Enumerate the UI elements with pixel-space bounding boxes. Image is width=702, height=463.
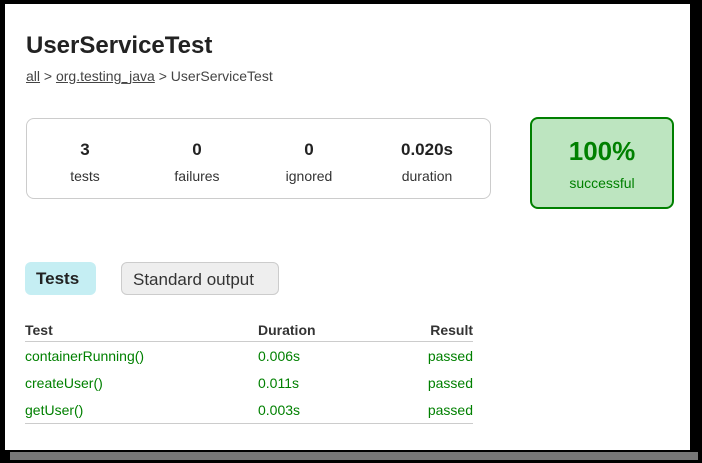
success-percent: 100% (568, 136, 636, 166)
tests-table: Test Duration Result containerRunning() … (25, 320, 473, 424)
table-row: containerRunning() 0.006s passed (25, 342, 473, 370)
table-header-row: Test Duration Result (25, 320, 473, 342)
breadcrumb-all-link[interactable]: all (26, 68, 40, 84)
ignored-count: 0 (304, 140, 314, 159)
tab-standard-output[interactable]: Standard output (121, 262, 279, 295)
test-result: passed (427, 375, 473, 391)
breadcrumb-current: UserServiceTest (170, 68, 273, 84)
tests-count: 3 (80, 140, 90, 159)
duration-label: duration (401, 168, 453, 184)
column-header-test: Test (25, 320, 258, 342)
tests-label: tests (70, 168, 100, 184)
column-header-result: Result (378, 320, 473, 342)
test-result: passed (378, 396, 473, 424)
summary-box: 3 tests 0 failures 0 ignored 0.020s dura… (26, 118, 491, 199)
success-label: successful (569, 175, 635, 191)
page-title: UserServiceTest (26, 32, 213, 59)
tests-counter: 3 tests (30, 140, 140, 184)
window-shadow (10, 452, 698, 460)
test-name: containerRunning() (25, 348, 145, 364)
breadcrumb-separator: > (158, 68, 167, 84)
success-rate-box: 100% successful (530, 117, 674, 209)
test-duration: 0.011s (258, 375, 299, 391)
failures-count: 0 (192, 140, 202, 159)
failures-counter: 0 failures (142, 140, 252, 184)
duration-value: 0.020s (401, 140, 453, 159)
report-page: UserServiceTest all > org.testing_java >… (5, 4, 690, 450)
test-duration: 0.003s (258, 396, 379, 424)
breadcrumb-separator: > (43, 68, 53, 84)
tab-tests[interactable]: Tests (25, 262, 96, 295)
breadcrumb-package-link[interactable]: org.testing_java (56, 68, 155, 84)
column-header-duration: Duration (258, 320, 379, 342)
test-name: getUser() (25, 396, 258, 424)
test-name: createUser() (25, 375, 103, 391)
table-row: getUser() 0.003s passed (25, 396, 473, 424)
ignored-counter: 0 ignored (254, 140, 364, 184)
breadcrumb: all > org.testing_java > UserServiceTest (26, 68, 273, 84)
table-row: createUser() 0.011s passed (25, 369, 473, 396)
test-result: passed (427, 348, 473, 364)
ignored-label: ignored (285, 168, 333, 184)
test-duration: 0.006s (258, 348, 301, 364)
failures-label: failures (174, 168, 220, 184)
duration-counter: 0.020s duration (372, 140, 482, 184)
